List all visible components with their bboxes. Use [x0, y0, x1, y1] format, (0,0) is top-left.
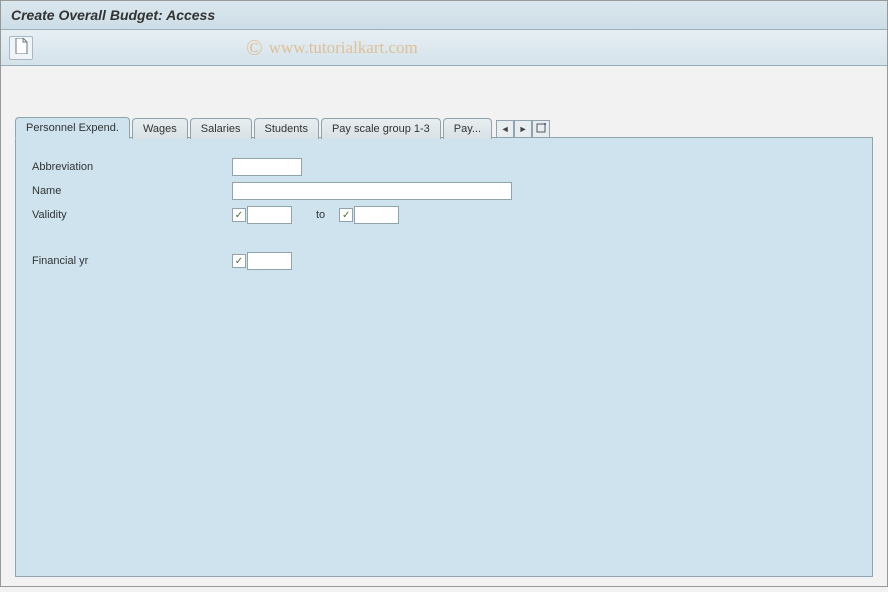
check-icon: ✓ — [339, 208, 353, 222]
tab-scroll-left-button[interactable]: ◄ — [496, 120, 514, 138]
validity-to-input[interactable] — [354, 206, 399, 224]
tab-panel: Abbreviation Name Validity ✓ to ✓ Financ… — [15, 137, 873, 577]
name-input[interactable] — [232, 182, 512, 200]
tab-students[interactable]: Students — [254, 118, 319, 139]
page-title: Create Overall Budget: Access — [1, 1, 887, 30]
chevron-right-icon: ► — [519, 124, 528, 134]
validity-label: Validity — [32, 209, 232, 221]
financial-yr-label: Financial yr — [32, 255, 232, 267]
name-label: Name — [32, 185, 232, 197]
tab-salaries[interactable]: Salaries — [190, 118, 252, 139]
validity-to-label: to — [316, 209, 325, 221]
row-name: Name — [32, 182, 856, 200]
tab-pay-scale-group[interactable]: Pay scale group 1-3 — [321, 118, 441, 139]
financial-yr-input[interactable] — [247, 252, 292, 270]
new-document-button[interactable] — [9, 36, 33, 60]
document-icon — [14, 38, 28, 57]
check-icon: ✓ — [232, 208, 246, 222]
row-abbreviation: Abbreviation — [32, 158, 856, 176]
validity-from-input[interactable] — [247, 206, 292, 224]
tab-personnel-expend[interactable]: Personnel Expend. — [15, 117, 130, 139]
row-validity: Validity ✓ to ✓ — [32, 206, 856, 224]
tab-strip: Personnel Expend. Wages Salaries Student… — [15, 116, 873, 138]
tab-scroll-right-button[interactable]: ► — [514, 120, 532, 138]
tab-pay-more[interactable]: Pay... — [443, 118, 492, 139]
toolbar — [1, 30, 887, 66]
check-icon: ✓ — [232, 254, 246, 268]
abbreviation-input[interactable] — [232, 158, 302, 176]
row-financial-yr: Financial yr ✓ — [32, 252, 856, 270]
list-icon — [536, 123, 546, 135]
tab-wages[interactable]: Wages — [132, 118, 188, 139]
chevron-left-icon: ◄ — [501, 124, 510, 134]
abbreviation-label: Abbreviation — [32, 161, 232, 173]
content-area: Personnel Expend. Wages Salaries Student… — [1, 66, 887, 592]
tab-list-button[interactable] — [532, 120, 550, 138]
tab-nav: ◄ ► — [496, 120, 550, 138]
